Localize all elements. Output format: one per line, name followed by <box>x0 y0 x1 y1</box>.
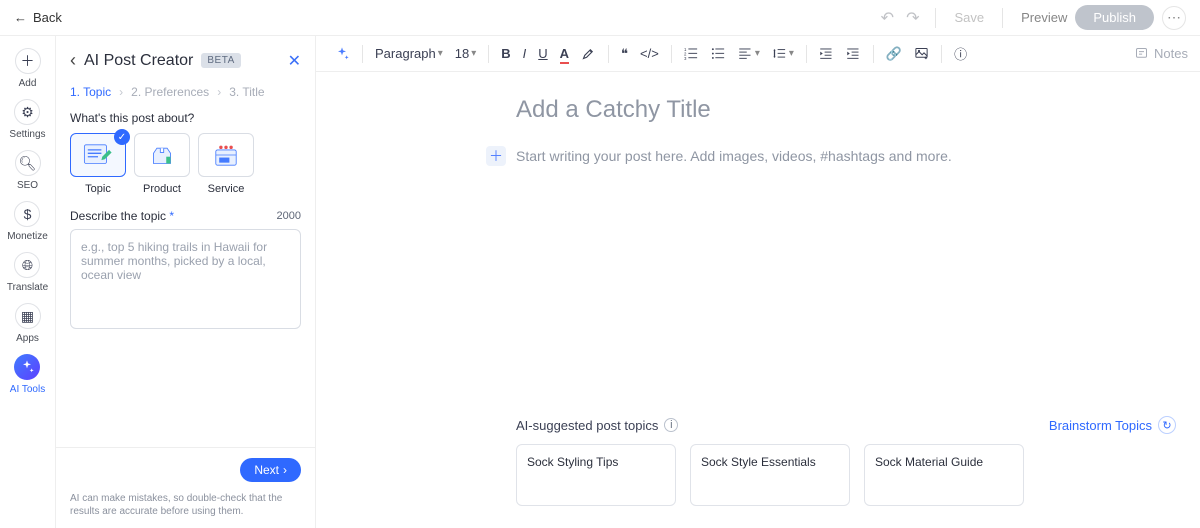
plus-icon: ＋ <box>15 48 41 74</box>
rail-ai-tools[interactable]: AI Tools <box>10 354 45 395</box>
title-input[interactable] <box>516 96 1176 124</box>
rail-translate[interactable]: 🌐︎ Translate <box>7 252 48 293</box>
chevron-right-icon: › <box>119 85 123 99</box>
divider <box>488 45 489 63</box>
line-height-dropdown[interactable]: ▾ <box>766 46 800 61</box>
card-label: Topic <box>85 183 111 195</box>
gear-icon: ⚙ <box>14 99 40 125</box>
panel-title: AI Post Creator <box>84 52 193 70</box>
highlight-button[interactable] <box>575 46 602 61</box>
close-icon[interactable]: ✕ <box>288 51 301 71</box>
more-menu-button[interactable]: ⋯ <box>1162 6 1186 30</box>
divider <box>1002 8 1003 28</box>
card-label: Product <box>143 183 181 195</box>
about-label: What's this post about? <box>70 111 301 125</box>
add-block-button[interactable]: ＋ <box>486 146 506 166</box>
indent-button[interactable] <box>840 46 867 61</box>
link-button[interactable]: 🔗 <box>880 46 908 62</box>
disclaimer-text: AI can make mistakes, so double-check th… <box>70 482 301 518</box>
info-icon[interactable]: i <box>664 418 678 432</box>
image-button[interactable] <box>908 46 935 61</box>
beta-badge: BETA <box>201 53 240 68</box>
rail-label: AI Tools <box>10 384 45 395</box>
divider <box>873 45 874 63</box>
card-label: Service <box>208 183 245 195</box>
quote-button[interactable]: ❝ <box>615 46 634 62</box>
divider <box>671 45 672 63</box>
bold-button[interactable]: B <box>495 46 516 61</box>
rail-label: Add <box>19 78 37 89</box>
suggestion-card[interactable]: Sock Styling Tips <box>516 444 676 506</box>
suggestion-card[interactable]: Sock Material Guide <box>864 444 1024 506</box>
card-service[interactable] <box>198 133 254 177</box>
back-label: Back <box>33 10 62 25</box>
back-button[interactable]: ← Back <box>14 10 62 25</box>
next-button[interactable]: Next› <box>240 458 301 482</box>
describe-label: Describe the topic * <box>70 209 174 223</box>
publish-button[interactable]: Publish <box>1075 5 1154 30</box>
rail-label: Monetize <box>7 231 48 242</box>
ai-sparkle-icon[interactable] <box>328 46 356 62</box>
info-icon[interactable]: ⓘ <box>948 44 973 63</box>
notes-button[interactable]: Notes <box>1134 46 1188 61</box>
code-button[interactable]: </> <box>634 46 665 61</box>
arrow-left-icon: ← <box>14 10 27 25</box>
globe-icon: 🌐︎ <box>14 252 40 278</box>
preview-button[interactable]: Preview <box>1013 6 1075 29</box>
rail-seo[interactable]: 🔍︎ SEO <box>15 150 41 191</box>
product-icon <box>145 141 179 169</box>
outdent-button[interactable] <box>813 46 840 61</box>
sparkle-icon <box>14 354 40 380</box>
panel-back-icon[interactable]: ‹ <box>70 50 76 71</box>
describe-textarea[interactable] <box>70 229 301 329</box>
underline-button[interactable]: U <box>532 46 553 61</box>
divider <box>806 45 807 63</box>
body-placeholder[interactable]: Start writing your post here. Add images… <box>516 148 952 164</box>
rail-monetize[interactable]: $ Monetize <box>7 201 48 242</box>
divider <box>608 45 609 63</box>
notes-icon <box>1134 46 1149 61</box>
chevron-right-icon: › <box>217 85 221 99</box>
divider <box>941 45 942 63</box>
chevron-right-icon: › <box>283 463 287 477</box>
topic-icon <box>81 141 115 169</box>
step-preferences[interactable]: 2. Preferences <box>131 85 209 99</box>
char-counter: 2000 <box>277 210 301 222</box>
card-product[interactable] <box>134 133 190 177</box>
apps-icon: ▦ <box>15 303 41 329</box>
brainstorm-button[interactable]: Brainstorm Topics <box>1049 418 1152 433</box>
divider <box>935 8 936 28</box>
redo-icon[interactable]: ↷ <box>900 8 925 28</box>
card-topic[interactable]: ✓ <box>70 133 126 177</box>
suggestion-card[interactable]: Sock Style Essentials <box>690 444 850 506</box>
suggestions-title: AI-suggested post topics <box>516 418 658 433</box>
rail-label: Apps <box>16 333 39 344</box>
font-size-dropdown[interactable]: 18▾ <box>449 46 483 61</box>
check-icon: ✓ <box>114 129 130 145</box>
italic-button[interactable]: I <box>517 46 533 61</box>
rail-add[interactable]: ＋ Add <box>15 48 41 89</box>
bullet-list-button[interactable] <box>705 46 732 61</box>
align-dropdown[interactable]: ▾ <box>732 46 766 61</box>
rail-label: Settings <box>9 129 45 140</box>
paragraph-dropdown[interactable]: Paragraph▾ <box>369 46 449 61</box>
step-title[interactable]: 3. Title <box>229 85 264 99</box>
undo-icon[interactable]: ↶ <box>875 8 900 28</box>
numbered-list-button[interactable]: 123 <box>678 46 705 61</box>
text-color-button[interactable]: A <box>554 46 575 61</box>
save-button[interactable]: Save <box>946 6 992 29</box>
rail-apps[interactable]: ▦ Apps <box>15 303 41 344</box>
rail-label: Translate <box>7 282 48 293</box>
rail-settings[interactable]: ⚙ Settings <box>9 99 45 140</box>
search-icon: 🔍︎ <box>15 150 41 176</box>
divider <box>362 45 363 63</box>
refresh-icon[interactable]: ↻ <box>1158 416 1176 434</box>
step-topic[interactable]: 1. Topic <box>70 85 111 99</box>
dollar-icon: $ <box>14 201 40 227</box>
service-icon <box>209 141 243 169</box>
svg-text:3: 3 <box>684 56 687 61</box>
rail-label: SEO <box>17 180 38 191</box>
